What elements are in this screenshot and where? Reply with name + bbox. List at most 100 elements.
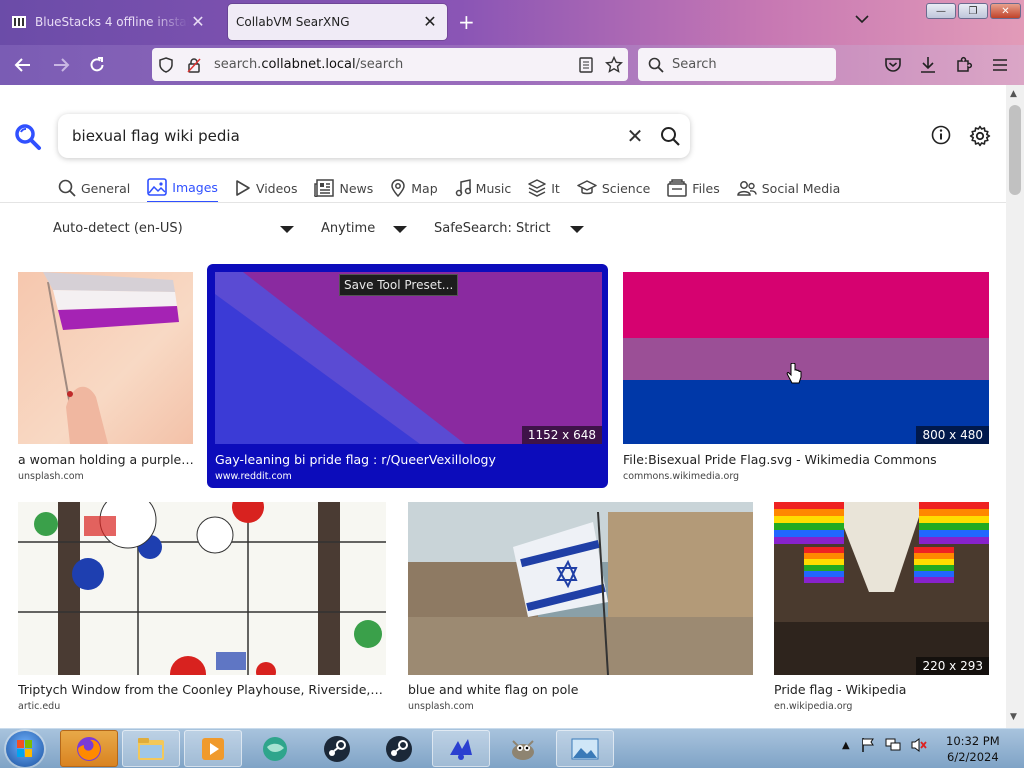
reload-button[interactable]: [84, 53, 110, 77]
tab-it[interactable]: It: [528, 173, 560, 203]
network-icon[interactable]: [884, 737, 902, 753]
image-result-selected[interactable]: 1152 x 648 Gay-leaning bi pride flag : r…: [207, 264, 608, 488]
taskbar-firefox[interactable]: [60, 730, 118, 767]
search-input[interactable]: biexual flag wiki pedia: [72, 127, 620, 145]
category-tabs: General Images Videos News Map Music It: [58, 173, 857, 203]
image-result[interactable]: 800 x 480 File:Bisexual Pride Flag.svg -…: [623, 272, 990, 487]
result-thumbnail[interactable]: [18, 502, 386, 675]
tab-label: General: [81, 180, 131, 196]
result-title[interactable]: Pride flag - Wikipedia: [774, 682, 989, 697]
image-result[interactable]: blue and white flag on pole unsplash.com: [408, 502, 753, 717]
tab-close-icon[interactable]: ✕: [189, 14, 207, 30]
result-title[interactable]: blue and white flag on pole: [408, 682, 753, 697]
menu-button[interactable]: [987, 53, 1013, 77]
back-button[interactable]: [10, 53, 36, 77]
volume-muted-icon[interactable]: [910, 737, 928, 753]
nav-bar: search.collabnet.local/search Search: [0, 45, 1024, 85]
scroll-down-icon[interactable]: ▼: [1010, 712, 1017, 722]
result-thumbnail[interactable]: 220 x 293: [774, 502, 989, 675]
preferences-button[interactable]: [969, 125, 991, 151]
bookmark-star-icon[interactable]: [600, 55, 628, 74]
tab-general[interactable]: General: [58, 173, 130, 203]
tab-bluestacks[interactable]: BlueStacks 4 offline installer - F ✕: [3, 4, 215, 40]
taskbar-explorer[interactable]: [122, 730, 180, 767]
search-submit-button[interactable]: [650, 126, 690, 146]
language-select[interactable]: Auto-detect (en-US): [53, 221, 183, 236]
clock[interactable]: 10:32 PM 6/2/2024: [946, 733, 1000, 765]
result-thumbnail[interactable]: 800 x 480: [623, 272, 989, 444]
arrow-right-icon: [54, 58, 70, 72]
newspaper-icon: [314, 179, 335, 197]
result-title[interactable]: File:Bisexual Pride Flag.svg - Wikimedia…: [623, 452, 989, 467]
close-window-button[interactable]: ✕: [990, 3, 1021, 19]
info-button[interactable]: [931, 125, 951, 149]
result-title[interactable]: Gay-leaning bi pride flag : r/QueerVexil…: [215, 452, 600, 467]
tab-images[interactable]: Images: [147, 173, 218, 203]
flag-icon[interactable]: [860, 737, 876, 753]
clear-search-button[interactable]: ✕: [620, 124, 650, 148]
maximize-button[interactable]: ❐: [958, 3, 988, 19]
library-icon: [11, 14, 27, 30]
reader-view-icon[interactable]: [572, 56, 600, 73]
tab-label: Map: [411, 180, 438, 196]
result-title[interactable]: Triptych Window from the Coonley Playhou…: [18, 682, 384, 697]
chevron-down-icon[interactable]: [280, 226, 294, 233]
start-button[interactable]: [6, 731, 44, 767]
chevron-down-icon[interactable]: [570, 226, 584, 233]
result-thumbnail[interactable]: [18, 272, 193, 444]
tab-searxng[interactable]: CollabVM SearXNG ✕: [228, 4, 447, 40]
tab-news[interactable]: News: [314, 173, 373, 203]
resolution-badge: 800 x 480: [916, 426, 989, 444]
tab-label: Social Media: [761, 180, 841, 196]
result-thumbnail[interactable]: [408, 502, 753, 675]
download-icon: [921, 57, 935, 73]
scroll-up-icon[interactable]: ▲: [1010, 89, 1017, 99]
result-thumbnail[interactable]: 1152 x 648: [215, 272, 602, 444]
safesearch-select[interactable]: SafeSearch: Strict: [434, 221, 551, 236]
pocket-button[interactable]: [880, 53, 906, 77]
extensions-button[interactable]: [951, 53, 977, 77]
image-result[interactable]: Triptych Window from the Coonley Playhou…: [18, 502, 386, 717]
taskbar-app-globe[interactable]: [246, 730, 304, 767]
lock-icon[interactable]: [180, 57, 208, 73]
url-path: /search: [355, 57, 404, 72]
music-icon: [455, 179, 471, 197]
tab-music[interactable]: Music: [455, 173, 512, 203]
time-range-select[interactable]: Anytime: [321, 221, 375, 236]
new-tab-button[interactable]: +: [458, 12, 475, 32]
tab-close-icon[interactable]: ✕: [421, 14, 439, 30]
page-scrollbar[interactable]: ▲ ▼: [1006, 85, 1024, 728]
tab-videos[interactable]: Videos: [235, 173, 297, 203]
reload-icon: [90, 57, 104, 72]
taskbar: ▲ 10:32 PM 6/2/2024: [0, 728, 1024, 768]
tab-map[interactable]: Map: [390, 173, 438, 203]
image-result[interactable]: a woman holding a purple and white flag …: [18, 272, 194, 487]
address-bar[interactable]: search.collabnet.local/search: [152, 48, 628, 81]
tab-social-media[interactable]: Social Media: [736, 173, 841, 203]
taskbar-steam-2[interactable]: [370, 730, 428, 767]
minimize-button[interactable]: —: [926, 3, 956, 19]
scroll-thumb[interactable]: [1009, 105, 1021, 195]
image-result[interactable]: 220 x 293 Pride flag - Wikipedia en.wiki…: [774, 502, 990, 717]
show-hidden-icons-icon[interactable]: ▲: [842, 740, 850, 751]
taskbar-media-player[interactable]: [184, 730, 242, 767]
tab-science[interactable]: Science: [577, 173, 650, 203]
taskbar-gimp[interactable]: [494, 730, 552, 767]
tab-label: Science: [601, 180, 651, 196]
shield-icon[interactable]: [152, 56, 180, 73]
downloads-button[interactable]: [915, 53, 941, 77]
taskbar-steam[interactable]: [308, 730, 366, 767]
result-title[interactable]: a woman holding a purple and white flag: [18, 452, 194, 467]
taskbar-photo-viewer[interactable]: [556, 730, 614, 767]
result-source: artic.edu: [18, 701, 61, 712]
url-prefix: search.: [214, 57, 262, 72]
chevron-down-icon[interactable]: [855, 12, 869, 28]
searxng-logo-icon[interactable]: [14, 123, 42, 155]
play-icon: [236, 180, 250, 196]
forward-button[interactable]: [48, 53, 74, 77]
taskbar-inkscape[interactable]: [432, 730, 490, 767]
chevron-down-icon[interactable]: [393, 226, 407, 233]
browser-search-box[interactable]: Search: [638, 48, 836, 81]
tab-label: Music: [475, 180, 512, 196]
tab-files[interactable]: Files: [667, 173, 720, 203]
